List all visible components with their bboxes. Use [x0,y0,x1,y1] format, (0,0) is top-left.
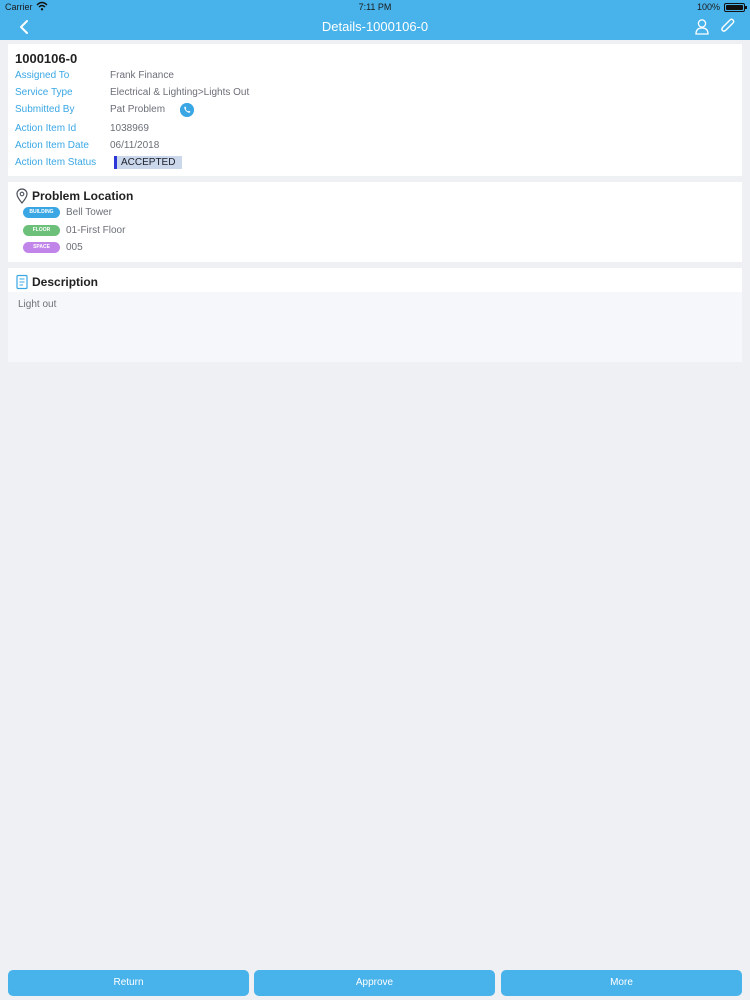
details-card: 1000106-0 Assigned To Frank Finance Serv… [8,44,742,176]
problem-location-card: Problem Location BUILDING Bell Tower FLO… [8,182,742,262]
row-value: Frank Finance [110,70,174,81]
space-badge: SPACE [23,242,60,253]
description-card: Description Light out [8,268,742,362]
row-label: Assigned To [15,70,70,81]
row-value: Pat Problem [110,104,166,115]
page-title: Details-1000106-0 [321,19,429,34]
return-button[interactable]: Return [8,970,249,996]
row-label: Action Item Date [15,140,89,151]
building-value: Bell Tower [66,207,112,218]
row-label: Service Type [15,87,73,98]
map-pin-icon [16,188,28,204]
row-value: 06/11/2018 [110,140,160,151]
status-bar: Carrier 7:11 PM 100% [0,0,750,14]
more-button[interactable]: More [501,970,742,996]
space-value: 005 [66,242,83,253]
clock: 7:11 PM [358,2,392,12]
row-label: Action Item Status [15,157,97,168]
floor-badge: FLOOR [23,225,60,236]
header-bar: Carrier 7:11 PM 100% Details-1000106-0 [0,0,750,40]
row-value: Electrical & Lighting>Lights Out [110,87,250,98]
row-label: Action Item Id [15,123,77,134]
floor-value: 01-First Floor [66,225,126,236]
paperclip-icon[interactable] [720,18,736,35]
battery-icon [724,3,747,12]
row-label: Submitted By [15,104,75,115]
work-order-id: 1000106-0 [15,51,78,66]
battery-percent: 100% [696,2,720,12]
status-badge: ACCEPTED [114,156,182,169]
approve-button[interactable]: Approve [254,970,495,996]
building-badge: BUILDING [23,207,60,218]
description-text: Light out [18,299,57,310]
person-icon[interactable] [694,18,710,35]
navigation-bar: Details-1000106-0 [0,14,750,40]
description-body: Light out [8,292,742,362]
section-title: Problem Location [32,189,134,203]
section-title: Description [32,275,99,289]
document-icon [16,274,28,290]
row-value: 1038969 [110,123,149,134]
phone-icon[interactable] [180,103,194,117]
